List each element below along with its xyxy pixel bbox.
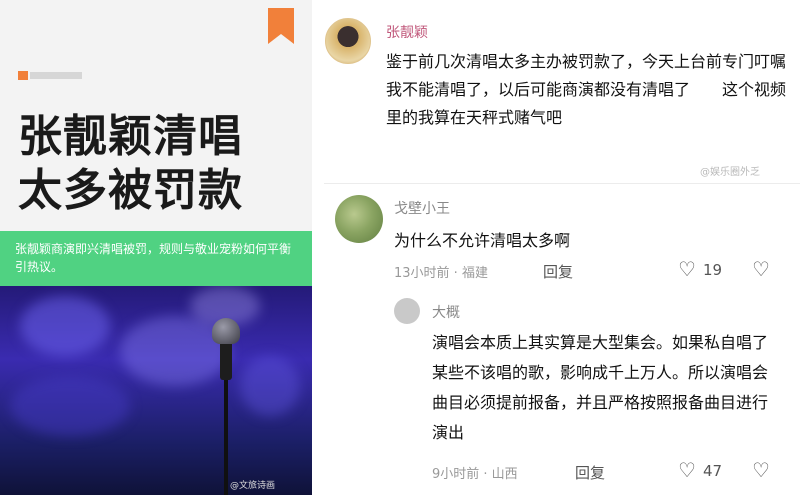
like-count: 47 <box>703 462 723 480</box>
comment-text: 为什么不允许清唱太多啊 <box>394 231 571 250</box>
post-author-name[interactable]: 张靓颖 <box>386 22 428 42</box>
avatar[interactable] <box>394 298 420 324</box>
avatar[interactable] <box>335 195 383 243</box>
headline-line-1: 张靓颖清唱 <box>18 111 243 162</box>
post-text: 鉴于前几次清唱太多主办被罚款了，今天上台前专门叮嘱我不能清唱了，以后可能商演都没… <box>386 52 787 127</box>
comment-text: 演唱会本质上其实算是大型集会。如果私自唱了某些不该唱的歌，影响成千上万人。所以演… <box>432 333 769 442</box>
reply-button[interactable]: 回复 <box>575 462 605 483</box>
like-icon[interactable]: ♡ <box>678 460 696 480</box>
divider <box>324 183 800 184</box>
dislike-icon[interactable]: ♡ <box>752 259 770 279</box>
summary-text: 张靓颖商演即兴清唱被罚，规则与敬业宠粉如何平衡引热议。 <box>15 242 292 274</box>
comment-meta: 13小时前 · 福建 <box>394 266 488 281</box>
right-watermark: @娱乐圈外乏 <box>700 167 760 178</box>
left-watermark: @文旅诗画 <box>230 481 276 491</box>
comment-author-name[interactable]: 戈壁小王 <box>394 198 450 218</box>
dislike-icon[interactable]: ♡ <box>752 460 770 480</box>
category-tag-placeholder <box>30 72 82 79</box>
stage-photo <box>0 286 312 495</box>
category-tag-accent <box>18 71 28 80</box>
like-icon[interactable]: ♡ <box>678 259 696 279</box>
article-card[interactable]: 张靓颖清唱 太多被罚款 张靓颖商演即兴清唱被罚，规则与敬业宠粉如何平衡引热议。 … <box>0 0 312 495</box>
avatar[interactable] <box>325 18 371 64</box>
like-count: 19 <box>703 261 723 279</box>
comment-author-name[interactable]: 大概 <box>432 302 460 322</box>
microphone-icon <box>212 318 240 344</box>
comment-meta: 9小时前 · 山西 <box>432 467 518 482</box>
reply-button[interactable]: 回复 <box>543 261 573 282</box>
article-headline: 张靓颖清唱 太多被罚款 <box>18 110 243 218</box>
headline-line-2: 太多被罚款 <box>18 165 243 216</box>
summary-banner: 张靓颖商演即兴清唱被罚，规则与敬业宠粉如何平衡引热议。 <box>0 231 312 286</box>
bookmark-icon[interactable] <box>268 8 294 44</box>
